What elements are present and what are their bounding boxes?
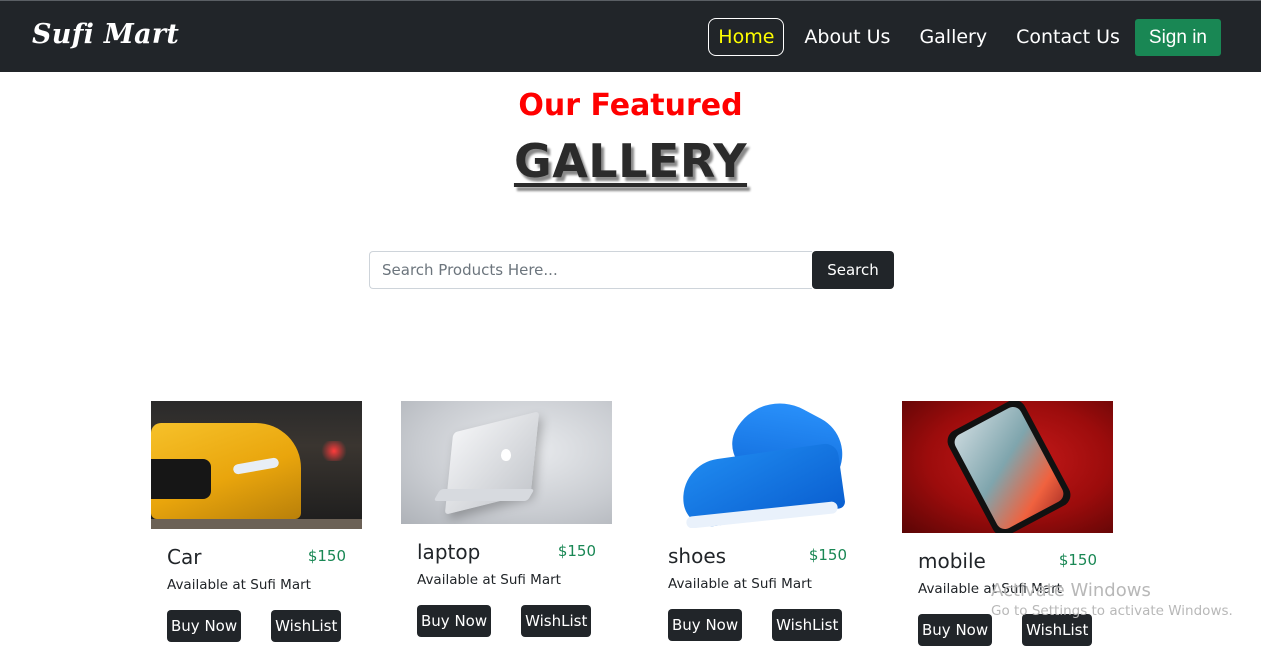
card-actions: Buy Now WishList [668, 609, 847, 641]
wishlist-button[interactable]: WishList [521, 605, 592, 637]
brand-logo[interactable]: Sufi Mart [32, 19, 179, 50]
navbar: Sufi Mart Home About Us Gallery Contact … [0, 0, 1261, 72]
buy-now-button[interactable]: Buy Now [918, 614, 993, 646]
card-body: laptop $150 Available at Sufi Mart Buy N… [401, 524, 612, 637]
product-price: $150 [557, 542, 596, 560]
watermark-title: Activate Windows [991, 580, 1151, 601]
buy-now-button[interactable]: Buy Now [417, 605, 492, 637]
product-availability: Available at Sufi Mart [417, 572, 561, 588]
nav-link-home[interactable]: Home [708, 18, 785, 56]
watermark-subtitle: Go to Settings to activate Windows. [991, 603, 1233, 619]
card-body: shoes $150 Available at Sufi Mart Buy No… [652, 528, 863, 641]
product-card-laptop: laptop $150 Available at Sufi Mart Buy N… [401, 401, 612, 637]
product-title: laptop [417, 540, 481, 564]
product-title: Car [167, 545, 202, 569]
product-image-mobile [902, 401, 1113, 533]
product-price: $150 [1058, 551, 1097, 569]
product-image-shoes [652, 401, 863, 528]
gallery-heading: GALLERY [513, 134, 748, 188]
nav-link-about-us[interactable]: About Us [804, 25, 890, 49]
product-availability: Available at Sufi Mart [167, 577, 311, 593]
buy-now-button[interactable]: Buy Now [167, 610, 242, 642]
nav-link-contact-us[interactable]: Contact Us [1016, 25, 1120, 49]
activate-windows-watermark: Activate Windows Go to Settings to activ… [991, 580, 1233, 619]
featured-heading: Our Featured [518, 88, 743, 123]
product-image-laptop [401, 401, 612, 524]
nav-links: Home About Us Gallery Contact Us Sign in [708, 18, 1221, 56]
product-price: $150 [808, 546, 847, 564]
product-title: shoes [668, 544, 727, 568]
product-title: mobile [918, 549, 986, 573]
sign-in-button[interactable]: Sign in [1134, 18, 1221, 56]
search-bar: Search [369, 251, 894, 289]
product-price: $150 [307, 547, 346, 565]
product-availability: Available at Sufi Mart [668, 576, 812, 592]
product-card-shoes: shoes $150 Available at Sufi Mart Buy No… [652, 401, 863, 641]
gallery-heading-wrap: GALLERY [0, 134, 1261, 188]
search-button[interactable]: Search [812, 251, 894, 289]
nav-link-gallery[interactable]: Gallery [919, 25, 987, 49]
buy-now-button[interactable]: Buy Now [668, 609, 743, 641]
wishlist-button[interactable]: WishList [271, 610, 342, 642]
product-image-car [151, 401, 362, 529]
wishlist-button[interactable]: WishList [772, 609, 843, 641]
card-body: Car $150 Available at Sufi Mart Buy Now … [151, 529, 362, 642]
product-card-car: Car $150 Available at Sufi Mart Buy Now … [151, 401, 362, 642]
card-actions: Buy Now WishList [167, 610, 346, 642]
search-input[interactable] [369, 251, 812, 289]
card-actions: Buy Now WishList [417, 605, 596, 637]
